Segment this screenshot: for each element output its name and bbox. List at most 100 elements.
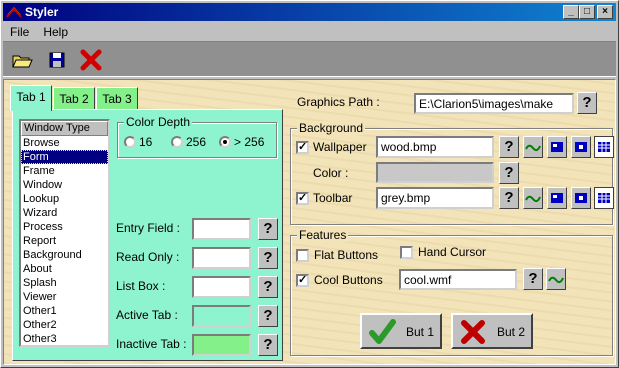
- list-item[interactable]: Other2: [21, 318, 108, 332]
- tab-1[interactable]: Tab 1: [10, 85, 52, 111]
- features-title: Features: [297, 228, 349, 242]
- toolbar-field[interactable]: grey.bmp: [376, 187, 494, 209]
- menu-help[interactable]: Help: [36, 22, 75, 39]
- graphics-path-lookup-button[interactable]: ?: [577, 92, 597, 114]
- list-item[interactable]: Background: [21, 248, 108, 262]
- close-window-button[interactable]: ×: [597, 5, 613, 19]
- color-field-label: Active Tab :: [116, 308, 178, 322]
- hand-cursor-checkbox[interactable]: [400, 246, 413, 259]
- center-icon: [575, 193, 587, 203]
- but1-button[interactable]: But 1: [360, 313, 442, 349]
- close-icon: [80, 49, 102, 71]
- cool-buttons-lookup-button[interactable]: ?: [523, 268, 543, 290]
- radio-16-label: 16: [139, 135, 153, 149]
- list-item[interactable]: Other1: [21, 304, 108, 318]
- color-lookup-button[interactable]: ?: [258, 276, 278, 298]
- radio-16[interactable]: [124, 136, 136, 148]
- tab-2[interactable]: Tab 2: [53, 87, 95, 111]
- color-swatch[interactable]: [192, 276, 251, 298]
- color-lookup-button[interactable]: ?: [258, 305, 278, 327]
- tab-1-panel: Window Type Browse Form Frame Window Lookup W…: [12, 109, 283, 361]
- but1-label: But 1: [406, 325, 435, 339]
- align-left-icon: [551, 142, 563, 152]
- toolbar: [3, 41, 616, 77]
- color-field-label: Entry Field :: [116, 221, 181, 235]
- color-field-label: Read Only :: [116, 250, 180, 264]
- wallpaper-grid-button[interactable]: [594, 136, 614, 158]
- wave-icon: [548, 276, 564, 284]
- color-swatch[interactable]: [192, 305, 251, 327]
- list-item[interactable]: Process: [21, 220, 108, 234]
- list-item[interactable]: Lookup: [21, 192, 108, 206]
- save-icon: [49, 52, 65, 68]
- cool-buttons-field[interactable]: cool.wmf: [399, 269, 517, 290]
- toolbar-grid-button[interactable]: [594, 187, 614, 209]
- graphics-path-field[interactable]: E:\Clarion5\images\make: [414, 93, 574, 114]
- wallpaper-checkbox[interactable]: ✓: [296, 141, 309, 154]
- tab-3[interactable]: Tab 3: [96, 87, 138, 111]
- styler-window: Styler _ □ × File Help Tab 1 Tab 2 Tab 3…: [0, 0, 619, 368]
- toolbar-align-button[interactable]: [547, 187, 567, 209]
- center-icon: [575, 142, 587, 152]
- list-item[interactable]: Form: [21, 150, 108, 164]
- list-item[interactable]: Frame: [21, 164, 108, 178]
- app-icon: [6, 7, 22, 18]
- background-title: Background: [297, 121, 366, 135]
- cool-buttons-checkbox[interactable]: ✓: [296, 274, 309, 287]
- maximize-button[interactable]: □: [579, 5, 595, 19]
- cool-buttons-tile-button[interactable]: [546, 268, 566, 290]
- toolbar-checkbox[interactable]: ✓: [296, 192, 309, 205]
- list-item[interactable]: Browse: [21, 136, 108, 150]
- wallpaper-align-button[interactable]: [547, 136, 567, 158]
- list-item[interactable]: About: [21, 262, 108, 276]
- list-item[interactable]: Splash: [21, 276, 108, 290]
- toolbar-tile-button[interactable]: [523, 187, 543, 209]
- list-item[interactable]: Viewer: [21, 290, 108, 304]
- window-type-list[interactable]: Window Type Browse Form Frame Window Lookup W…: [19, 119, 110, 347]
- window-type-header: Window Type: [21, 121, 108, 136]
- hand-cursor-label: Hand Cursor: [418, 245, 487, 259]
- color-lookup-button[interactable]: ?: [258, 218, 278, 240]
- color-field[interactable]: [376, 162, 494, 183]
- but2-button[interactable]: But 2: [451, 313, 533, 349]
- wallpaper-label: Wallpaper: [313, 140, 367, 154]
- cancel-button[interactable]: [79, 48, 103, 72]
- cool-buttons-label: Cool Buttons: [314, 273, 383, 287]
- wave-icon: [525, 195, 541, 203]
- menu-file[interactable]: File: [3, 22, 36, 39]
- flat-buttons-checkbox[interactable]: [296, 249, 309, 262]
- list-item[interactable]: Window: [21, 178, 108, 192]
- open-folder-icon: [12, 55, 33, 68]
- flat-buttons-label: Flat Buttons: [314, 248, 379, 262]
- grid-icon: [598, 193, 610, 203]
- title-bar[interactable]: Styler _ □ ×: [3, 3, 616, 21]
- radio-256-label: 256: [186, 135, 207, 149]
- list-item[interactable]: Report: [21, 234, 108, 248]
- color-lookup-button[interactable]: ?: [258, 247, 278, 269]
- toolbar-lookup-button[interactable]: ?: [499, 187, 519, 209]
- color-lookup-button[interactable]: ?: [258, 334, 278, 356]
- save-button[interactable]: [45, 48, 69, 72]
- color-label: Color :: [313, 166, 349, 180]
- color-lookup-button[interactable]: ?: [499, 162, 519, 184]
- background-group: Background ✓ Wallpaper wood.bmp ? Color …: [290, 121, 614, 225]
- radio-256[interactable]: [171, 136, 183, 148]
- color-swatch[interactable]: [192, 334, 251, 356]
- open-button[interactable]: [10, 48, 34, 72]
- list-item[interactable]: Other3: [21, 332, 108, 346]
- wallpaper-field[interactable]: wood.bmp: [376, 136, 494, 158]
- minimize-button[interactable]: _: [563, 5, 579, 19]
- toolbar-center-button[interactable]: [571, 187, 591, 209]
- window-title: Styler: [25, 5, 59, 19]
- graphics-path-label: Graphics Path :: [297, 95, 380, 109]
- color-field-label: Inactive Tab :: [116, 337, 187, 351]
- wallpaper-center-button[interactable]: [571, 136, 591, 158]
- radio-gt-256[interactable]: [219, 136, 231, 148]
- color-swatch[interactable]: [192, 218, 251, 240]
- color-field-label: List Box :: [116, 279, 166, 293]
- but2-label: But 2: [497, 325, 526, 339]
- color-swatch[interactable]: [192, 247, 251, 269]
- wallpaper-tile-button[interactable]: [523, 136, 543, 158]
- list-item[interactable]: Wizard: [21, 206, 108, 220]
- wallpaper-lookup-button[interactable]: ?: [499, 136, 519, 158]
